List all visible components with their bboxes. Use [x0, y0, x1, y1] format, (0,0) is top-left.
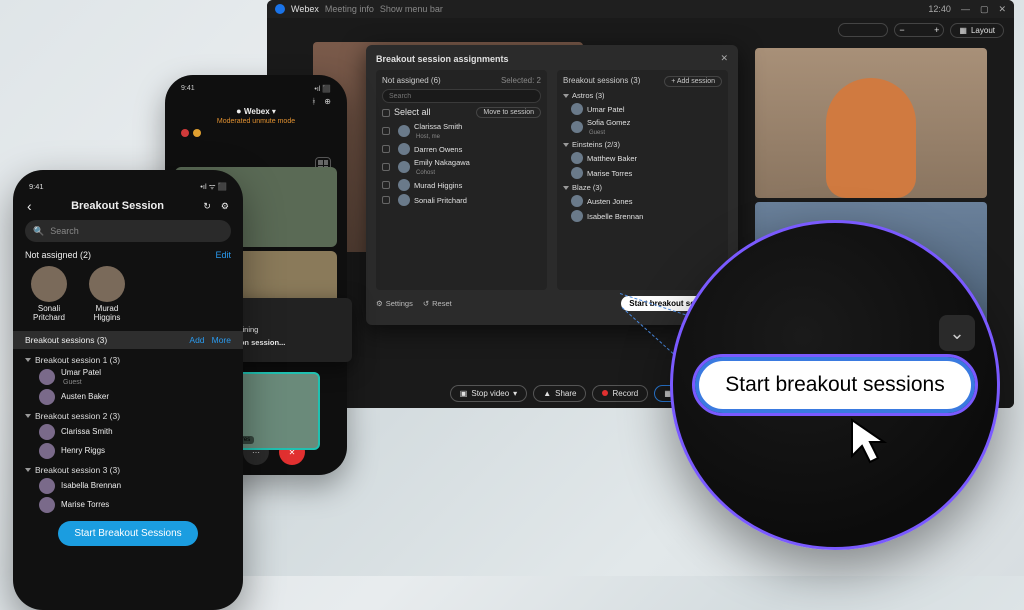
- person-row[interactable]: Umar PatelGuest: [39, 368, 231, 386]
- column-title: Breakout sessions (3): [563, 76, 640, 87]
- person-row[interactable]: Umar Patel: [571, 103, 722, 115]
- person-row[interactable]: Austen Jones: [571, 195, 722, 207]
- person-row[interactable]: Sonali Pritchard: [382, 194, 541, 206]
- participant-avatar[interactable]: MuradHiggins: [89, 266, 125, 323]
- camera-icon: ▣: [460, 389, 468, 398]
- person-row[interactable]: Matthew Baker: [571, 152, 722, 164]
- breakout-sessions-column: Breakout sessions (3) + Add session Astr…: [557, 70, 728, 290]
- reset-link[interactable]: ↺Reset: [423, 299, 452, 308]
- session-header[interactable]: Blaze (3): [563, 183, 722, 192]
- session-header[interactable]: Breakout session 1 (3): [25, 355, 231, 365]
- column-title: Not assigned (6): [382, 76, 441, 85]
- person-row[interactable]: Isabella Brennan: [39, 478, 231, 494]
- edit-link[interactable]: Edit: [215, 250, 231, 260]
- settings-link[interactable]: ⚙Settings: [376, 299, 413, 308]
- search-icon: 🔍: [33, 226, 44, 237]
- gear-icon[interactable]: ⚙: [221, 201, 229, 212]
- not-assigned-label: Not assigned (2): [25, 250, 91, 260]
- person-row[interactable]: Marise Torres: [571, 167, 722, 179]
- stop-video-button[interactable]: ▣Stop video▾: [450, 385, 527, 402]
- window-minimize-icon[interactable]: —: [961, 4, 970, 14]
- person-row[interactable]: Sofia GomezGuest: [571, 118, 722, 136]
- layout-button[interactable]: ▦ Layout: [950, 23, 1004, 38]
- refresh-icon[interactable]: ↻: [203, 201, 211, 212]
- participant-avatar[interactable]: SonaliPritchard: [31, 266, 67, 323]
- desktop-toolbar: −+ ▦ Layout: [267, 18, 1014, 42]
- person-row[interactable]: Darren Owens: [382, 143, 541, 155]
- window-titlebar: Webex Meeting info Show menu bar 12:40 —…: [267, 0, 1014, 18]
- app-name: Webex: [291, 4, 319, 14]
- modal-close-icon[interactable]: ✕: [720, 53, 728, 64]
- bluetooth-icon[interactable]: ᚼ: [311, 97, 316, 106]
- reset-icon: ↺: [423, 299, 429, 308]
- person-row[interactable]: Austen Baker: [39, 389, 231, 405]
- record-button[interactable]: Record: [592, 385, 648, 402]
- share-icon: ▲: [543, 389, 551, 398]
- gear-icon: ⚙: [376, 299, 383, 308]
- move-to-session-button[interactable]: Move to session: [476, 107, 541, 118]
- status-icons: •ıl ᯤ ⬛: [200, 182, 227, 192]
- person-row[interactable]: Murad Higgins: [382, 179, 541, 191]
- window-maximize-icon[interactable]: ▢: [980, 4, 989, 15]
- not-assigned-column: Not assigned (6) Selected: 2 Select all …: [376, 70, 547, 290]
- add-link[interactable]: Add: [189, 335, 204, 345]
- magnifier-lens: ⌄ Start breakout sessions: [670, 220, 1000, 550]
- clock: 12:40: [928, 4, 951, 14]
- status-dot-icon: [193, 129, 201, 137]
- add-user-icon[interactable]: ⊕: [324, 97, 331, 106]
- chevron-down-icon: ▾: [513, 389, 517, 398]
- person-row[interactable]: Isabelle Brennan: [571, 210, 722, 222]
- selected-count: Selected: 2: [501, 76, 541, 85]
- status-icons: •ıl ⬛: [314, 85, 331, 93]
- grid-icon: ▦: [959, 26, 967, 35]
- more-link[interactable]: More: [212, 335, 231, 345]
- mode-label: Moderated unmute mode: [175, 118, 337, 125]
- status-time: 9:41: [29, 182, 44, 192]
- person-row[interactable]: Emily NakagawaCohost: [382, 158, 541, 176]
- sessions-header: Breakout sessions (3): [25, 335, 107, 345]
- status-dot-icon: [181, 129, 189, 137]
- toolbar-search-icon[interactable]: [838, 23, 888, 37]
- back-icon[interactable]: ‹: [27, 198, 32, 214]
- add-session-button[interactable]: + Add session: [664, 76, 722, 87]
- share-button[interactable]: ▲Share: [533, 385, 586, 402]
- search-input[interactable]: [382, 89, 541, 103]
- phone-device: 9:41 •ıl ᯤ ⬛ ‹ Breakout Session ↻ ⚙ 🔍 Se…: [13, 170, 243, 610]
- session-header[interactable]: Einsteins (2/3): [563, 140, 722, 149]
- person-row[interactable]: Clarissa SmithHost, me: [382, 122, 541, 140]
- start-breakout-button-zoomed[interactable]: Start breakout sessions: [695, 357, 974, 413]
- video-tile[interactable]: [755, 48, 987, 198]
- session-header[interactable]: Astros (3): [563, 91, 722, 100]
- modal-title: Breakout session assignments: [376, 54, 509, 64]
- person-row[interactable]: Clarissa Smith: [39, 424, 231, 440]
- cursor-icon: [848, 416, 892, 470]
- person-row[interactable]: Henry Riggs: [39, 443, 231, 459]
- app-name: Webex: [244, 107, 270, 116]
- record-icon: [602, 390, 608, 396]
- chevron-down-icon[interactable]: ⌄: [939, 315, 975, 351]
- meeting-info-link[interactable]: Meeting info: [325, 4, 374, 14]
- session-header[interactable]: Breakout session 2 (3): [25, 411, 231, 421]
- session-header[interactable]: Breakout session 3 (3): [25, 465, 231, 475]
- show-menu-link[interactable]: Show menu bar: [380, 4, 443, 14]
- toolbar-zoom-control[interactable]: −+: [894, 23, 944, 37]
- start-breakout-button[interactable]: Start Breakout Sessions: [58, 521, 197, 546]
- page-title: Breakout Session: [71, 200, 164, 212]
- select-all-checkbox[interactable]: Select all: [382, 107, 431, 118]
- search-input[interactable]: 🔍 Search: [25, 220, 231, 242]
- breakout-assignments-modal: Breakout session assignments ✕ Not assig…: [366, 45, 738, 325]
- webex-logo-icon: [275, 4, 285, 14]
- person-row[interactable]: Marise Torres: [39, 497, 231, 513]
- window-close-icon[interactable]: ✕: [998, 4, 1006, 15]
- status-time: 9:41: [181, 85, 195, 93]
